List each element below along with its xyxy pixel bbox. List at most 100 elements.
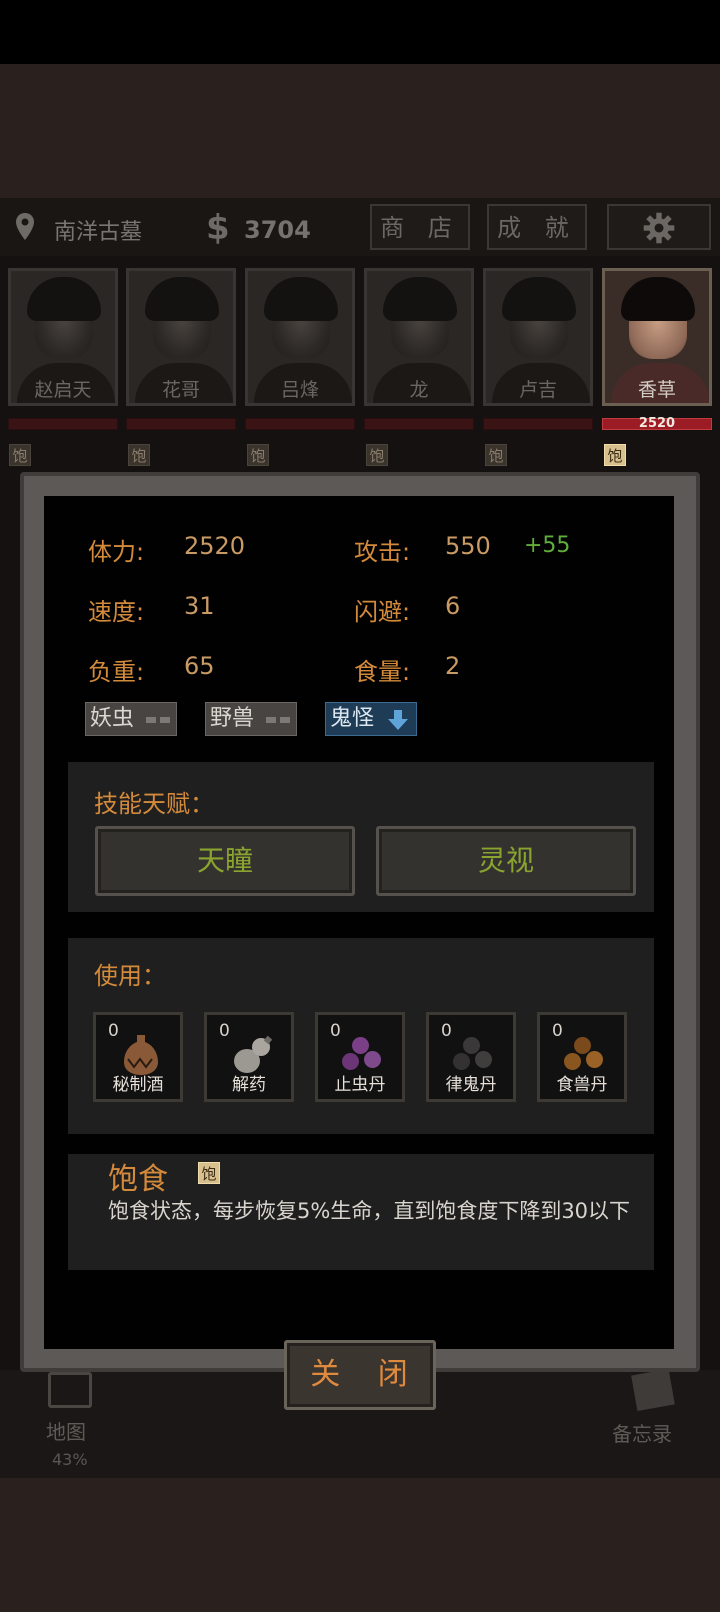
portrait-hair <box>502 277 576 321</box>
character-name: 龙 <box>409 379 429 401</box>
affinity-label: 鬼怪 <box>330 706 375 731</box>
settings-button[interactable] <box>607 204 711 250</box>
hp-value: 2520 <box>638 416 676 431</box>
character-card-luji[interactable]: 卢吉 <box>483 268 593 406</box>
affinity-label: 妖虫 <box>90 706 135 731</box>
item-count: 0 <box>219 1021 230 1041</box>
item-count: 0 <box>552 1021 563 1041</box>
food-label: 食量: <box>354 658 411 686</box>
item-count: 0 <box>330 1021 341 1041</box>
speed-label: 速度: <box>88 598 145 626</box>
brown-pill-icon <box>574 1037 591 1054</box>
food-value: 2 <box>445 652 461 680</box>
memo-label[interactable]: 备忘录 <box>612 1418 672 1447</box>
speed-value: 31 <box>184 592 215 620</box>
hp-bar <box>483 418 593 430</box>
item-name: 食兽丹 <box>556 1075 608 1095</box>
location-name: 南洋古墓 <box>54 220 143 245</box>
affinity-tag-insect: 妖虫 <box>85 702 177 736</box>
neutral-indicator-icon <box>146 717 170 723</box>
down-arrow-icon <box>388 710 408 730</box>
portrait-hair <box>621 277 695 321</box>
brown-pill-icon <box>586 1051 603 1068</box>
purple-pill-icon <box>342 1053 359 1070</box>
item-slot-beast-pill[interactable]: 0 食兽丹 <box>537 1012 627 1102</box>
status-effect-title: 饱食 <box>108 1162 168 1197</box>
memo-icon[interactable] <box>631 1368 675 1412</box>
neutral-indicator-icon <box>266 717 290 723</box>
gear-icon <box>643 212 675 244</box>
map-progress: 43% <box>52 1450 88 1469</box>
hp-value-stat: 2520 <box>184 532 246 560</box>
load-value: 65 <box>184 652 215 680</box>
achievement-button[interactable]: 成 就 <box>487 204 587 250</box>
item-name: 止虫丹 <box>334 1075 386 1095</box>
item-count: 0 <box>441 1021 452 1041</box>
item-name: 秘制酒 <box>112 1075 164 1095</box>
affinity-tag-ghost: 鬼怪 <box>325 702 417 736</box>
character-card-zhaoqitian[interactable]: 赵启天 <box>8 268 118 406</box>
skill-button-lingshi[interactable]: 灵视 <box>376 826 636 896</box>
bottom-letterbox <box>0 1478 720 1612</box>
map-icon[interactable] <box>48 1372 92 1408</box>
satiety-badge: 饱 <box>366 444 388 466</box>
portrait-hair <box>27 277 101 321</box>
item-count: 0 <box>108 1021 119 1041</box>
dark-pill-icon <box>463 1037 480 1054</box>
satiety-badge: 饱 <box>128 444 150 466</box>
map-label[interactable]: 地图 <box>46 1416 86 1445</box>
hp-label: 体力: <box>88 538 145 566</box>
skill-button-tiantong[interactable]: 天瞳 <box>95 826 355 896</box>
skills-title: 技能天赋： <box>94 790 214 818</box>
character-name: 香草 <box>637 379 676 401</box>
hp-bar <box>126 418 236 430</box>
affinity-label: 野兽 <box>210 706 255 731</box>
affinity-tag-beast: 野兽 <box>205 702 297 736</box>
portrait-hair <box>145 277 219 321</box>
item-slot-antidote[interactable]: 0 解药 <box>204 1012 294 1102</box>
status-effect-description: 饱食状态，每步恢复5%生命，直到饱食度下降到30以下 <box>108 1199 631 1223</box>
portrait-hair <box>383 277 457 321</box>
satiety-badge-active: 饱 <box>604 444 626 466</box>
portrait-hair <box>264 277 338 321</box>
use-title: 使用： <box>94 962 166 990</box>
attack-value: 550 <box>445 532 491 560</box>
character-name: 花哥 <box>161 379 200 401</box>
hp-bar <box>8 418 118 430</box>
attack-label: 攻击: <box>354 538 411 566</box>
hp-bar <box>245 418 355 430</box>
dodge-label: 闪避: <box>354 598 411 626</box>
top-letterbox <box>0 64 720 198</box>
close-button[interactable]: 关 闭 <box>284 1340 436 1410</box>
item-slot-insect-pill[interactable]: 0 止虫丹 <box>315 1012 405 1102</box>
status-bar-area <box>0 0 720 64</box>
satiety-badge: 饱 <box>247 444 269 466</box>
character-card-xiangcao[interactable]: 香草 <box>602 268 712 406</box>
satiety-badge: 饱 <box>485 444 507 466</box>
dark-pill-icon <box>453 1053 470 1070</box>
load-label: 负重: <box>88 658 145 686</box>
satiety-badge: 饱 <box>9 444 31 466</box>
item-name: 解药 <box>232 1075 266 1095</box>
money-icon: $ <box>206 208 230 248</box>
item-slot-ghost-pill[interactable]: 0 律鬼丹 <box>426 1012 516 1102</box>
money-amount: 3704 <box>244 216 311 244</box>
character-name: 卢吉 <box>518 379 557 401</box>
shop-button[interactable]: 商 店 <box>370 204 470 250</box>
item-name: 律鬼丹 <box>445 1075 497 1095</box>
item-slot-secret-wine[interactable]: 0 秘制酒 <box>93 1012 183 1102</box>
character-name: 吕烽 <box>280 379 319 401</box>
location-pin-icon <box>16 213 34 240</box>
purple-pill-icon <box>352 1037 369 1054</box>
antidote-gourd-icon <box>234 1035 273 1073</box>
character-card-huage[interactable]: 花哥 <box>126 268 236 406</box>
attack-bonus: +55 <box>524 533 571 558</box>
character-card-lvfeng[interactable]: 吕烽 <box>245 268 355 406</box>
dodge-value: 6 <box>445 592 461 620</box>
status-effect-badge: 饱 <box>198 1162 220 1184</box>
purple-pill-icon <box>364 1051 381 1068</box>
character-card-long[interactable]: 龙 <box>364 268 474 406</box>
dark-pill-icon <box>475 1051 492 1068</box>
hp-bar <box>364 418 474 430</box>
brown-pill-icon <box>564 1053 581 1070</box>
